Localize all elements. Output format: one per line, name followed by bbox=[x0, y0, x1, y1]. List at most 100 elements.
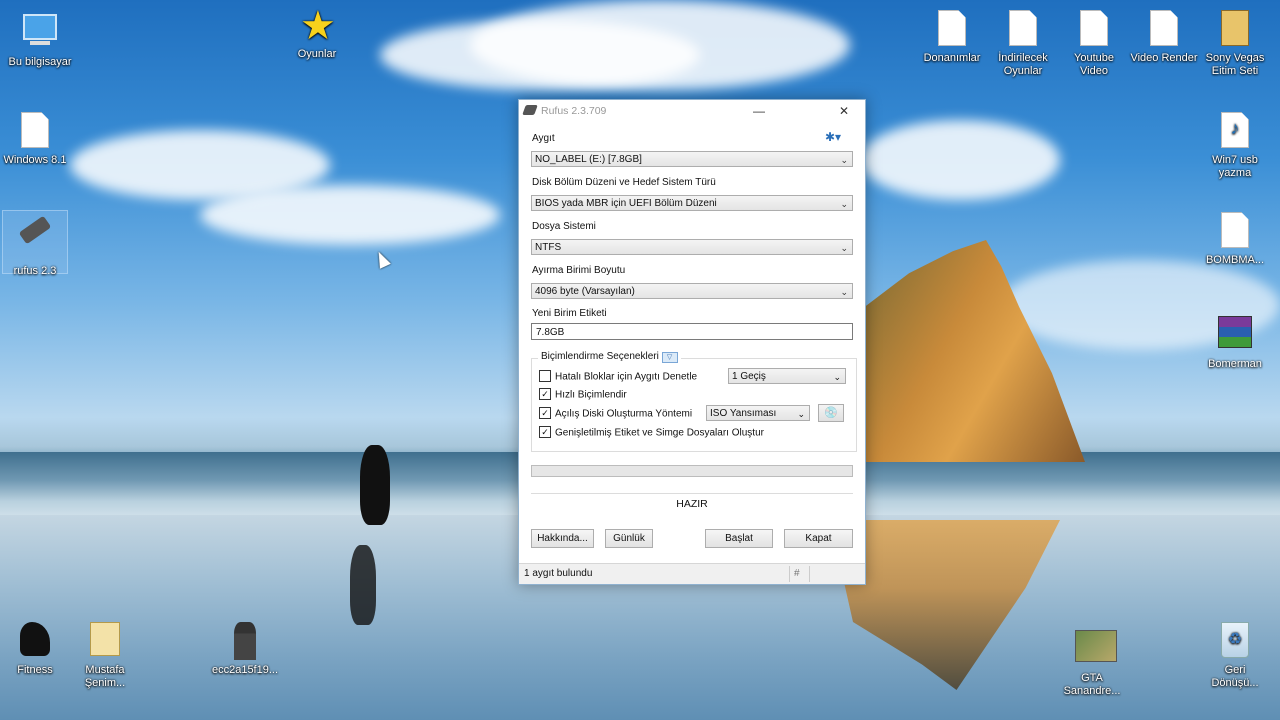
desktop-icon-youtube-video[interactable]: Youtube Video bbox=[1054, 10, 1134, 78]
chevron-down-icon: ⌄ bbox=[797, 409, 805, 419]
desktop-icon-label: Donanımlar bbox=[923, 52, 981, 64]
start-button[interactable]: Başlat bbox=[705, 529, 773, 548]
progress-bar bbox=[531, 465, 853, 477]
desktop-icon-fitness[interactable]: Fitness bbox=[0, 622, 75, 677]
format-options-group: Biçimlendirme Seçenekleri ▽ Hatalı Blokl… bbox=[531, 351, 857, 452]
desktop-icon-win7-usb[interactable]: ♪ Win7 usb yazma bbox=[1195, 112, 1275, 180]
disc-image-icon bbox=[18, 112, 52, 150]
folder-icon bbox=[1218, 10, 1252, 48]
status-bar-text: 1 aygıt bulundu bbox=[524, 568, 593, 579]
desktop-icon-label: BOMBMA... bbox=[1205, 254, 1265, 266]
desktop-icon-recycle-bin[interactable]: ♻ Geri Dönüşü... bbox=[1195, 622, 1275, 690]
partition-scheme-label: Disk Bölüm Düzeni ve Hedef Sistem Türü bbox=[532, 177, 716, 188]
desktop-icon-label: İndirilecek Oyunlar bbox=[998, 52, 1048, 77]
bad-blocks-label: Hatalı Bloklar için Aygıtı Denetle bbox=[555, 371, 698, 383]
filesystem-select[interactable]: NTFS ⌄ bbox=[531, 239, 853, 255]
quick-format-label: Hızlı Biçimlendir bbox=[555, 389, 627, 401]
desktop-icon-label: Oyunlar bbox=[297, 48, 337, 60]
log-button[interactable]: Günlük bbox=[605, 529, 653, 548]
chevron-down-icon: ⌄ bbox=[840, 287, 848, 297]
volume-label-label: Yeni Birim Etiketi bbox=[532, 308, 607, 319]
desktop-icon-label: GTA Sanandre... bbox=[1063, 672, 1121, 697]
desktop-icon-mustafa[interactable]: Mustafa Şenim... bbox=[65, 622, 145, 690]
game-icon bbox=[1075, 630, 1117, 668]
document-icon bbox=[1006, 10, 1040, 48]
desktop-icon-indirilecek-oyunlar[interactable]: İndirilecek Oyunlar bbox=[983, 10, 1063, 78]
disc-drive-icon: 💿 bbox=[824, 407, 838, 419]
desktop-icon-video-render[interactable]: Video Render bbox=[1124, 10, 1204, 65]
status-bar-divider bbox=[789, 566, 790, 582]
passes-select[interactable]: 1 Geçiş ⌄ bbox=[728, 368, 846, 384]
expand-toggle-icon[interactable]: ▽ bbox=[661, 352, 678, 363]
runner-silhouette bbox=[360, 445, 390, 525]
desktop-icon-this-pc[interactable]: Bu bilgisayar bbox=[0, 10, 80, 69]
mouse-cursor bbox=[373, 249, 391, 269]
desktop-icon-label: Geri Dönüşü... bbox=[1211, 664, 1259, 689]
chevron-down-icon: ⌄ bbox=[840, 155, 848, 165]
desktop-icon-bombma[interactable]: BOMBMA... bbox=[1195, 212, 1275, 267]
status-text: HAZIR bbox=[531, 493, 853, 514]
close-button[interactable]: Kapat bbox=[784, 529, 853, 548]
device-select-value: NO_LABEL (E:) [7.8GB] bbox=[535, 154, 642, 165]
folder-icon bbox=[88, 622, 122, 660]
muscle-icon bbox=[18, 622, 52, 660]
chevron-down-icon: ⌄ bbox=[840, 243, 848, 253]
partition-scheme-select[interactable]: BIOS yada MBR için UEFI Bölüm Düzeni ⌄ bbox=[531, 195, 853, 211]
boot-method-value: ISO Yansıması bbox=[710, 408, 777, 419]
device-select[interactable]: NO_LABEL (E:) [7.8GB] ⌄ bbox=[531, 151, 853, 167]
runner-reflection bbox=[350, 545, 376, 625]
desktop-icon-label: Video Render bbox=[1130, 52, 1198, 64]
volume-label-input[interactable]: 7.8GB bbox=[531, 323, 853, 340]
desktop-icon-label: Youtube Video bbox=[1074, 52, 1114, 77]
passes-value: 1 Geçiş bbox=[732, 371, 766, 382]
filesystem-label: Dosya Sistemi bbox=[532, 221, 596, 232]
language-globe-icon[interactable]: ✱▾ bbox=[825, 130, 841, 144]
recycle-bin-icon: ♻ bbox=[1218, 622, 1252, 660]
desktop-icon-ecc2a15f19[interactable]: ecc2a15f19... bbox=[205, 622, 285, 677]
usb-drive-icon bbox=[18, 215, 52, 261]
rufus-app-icon bbox=[522, 105, 538, 115]
document-icon bbox=[935, 10, 969, 48]
about-button[interactable]: Hakkında... bbox=[531, 529, 594, 548]
desktop-icon-windows-81[interactable]: Windows 8.1 bbox=[0, 112, 75, 167]
boot-method-select[interactable]: ISO Yansıması ⌄ bbox=[706, 405, 810, 421]
desktop-icon-label: Sony Vegas Eitim Seti bbox=[1205, 52, 1265, 77]
checkmark-icon: ✓ bbox=[539, 407, 551, 419]
quick-format-checkbox[interactable]: ✓ Hızlı Biçimlendir bbox=[539, 388, 627, 401]
desktop-icon-oyunlar[interactable]: ★ Oyunlar bbox=[277, 6, 357, 61]
status-bar-divider bbox=[809, 566, 810, 582]
partition-scheme-value: BIOS yada MBR için UEFI Bölüm Düzeni bbox=[535, 198, 717, 209]
title-bar[interactable]: Rufus 2.3.709 — ✕ bbox=[519, 100, 865, 122]
extended-label-checkbox[interactable]: ✓ Genişletilmiş Etiket ve Simge Dosyaları… bbox=[539, 426, 764, 439]
document-icon bbox=[1077, 10, 1111, 48]
desktop-icon-sony-vegas[interactable]: Sony Vegas Eitim Seti bbox=[1195, 10, 1275, 78]
rufus-window[interactable]: Rufus 2.3.709 — ✕ Aygıt ✱▾ NO_LABEL (E:)… bbox=[518, 99, 866, 585]
person-image-icon bbox=[228, 622, 262, 660]
desktop-icon-rufus[interactable]: rufus 2.3 bbox=[2, 210, 68, 277]
device-label: Aygıt bbox=[532, 133, 555, 144]
cluster-size-select[interactable]: 4096 byte (Varsayılan) ⌄ bbox=[531, 283, 853, 299]
desktop-icon-label: Mustafa Şenim... bbox=[84, 664, 126, 689]
minimize-button[interactable]: — bbox=[744, 102, 774, 120]
format-options-title: Biçimlendirme Seçenekleri ▽ bbox=[538, 351, 681, 363]
desktop-icon-gta[interactable]: GTA Sanandre... bbox=[1052, 630, 1132, 698]
bad-blocks-checkbox[interactable]: Hatalı Bloklar için Aygıtı Denetle bbox=[539, 370, 698, 383]
desktop-icon-label: Fitness bbox=[17, 664, 53, 676]
format-options-label: Biçimlendirme Seçenekleri bbox=[541, 351, 659, 362]
filesystem-value: NTFS bbox=[535, 242, 562, 253]
desktop-icon-bomerman[interactable]: Bomerman bbox=[1195, 314, 1275, 371]
hash-button[interactable]: # bbox=[794, 568, 800, 579]
window-title: Rufus 2.3.709 bbox=[541, 105, 607, 117]
bootable-label: Açılış Diski Oluşturma Yöntemi bbox=[555, 408, 693, 420]
desktop-icon-donanimlar[interactable]: Donanımlar bbox=[912, 10, 992, 65]
cluster-size-label: Ayırma Birimi Boyutu bbox=[532, 265, 626, 276]
chevron-down-icon: ⌄ bbox=[833, 372, 841, 382]
bootable-checkbox[interactable]: ✓ Açılış Diski Oluşturma Yöntemi bbox=[539, 407, 693, 420]
document-icon bbox=[1218, 212, 1252, 250]
desktop-icon-label: ecc2a15f19... bbox=[211, 664, 279, 676]
close-window-button[interactable]: ✕ bbox=[829, 102, 859, 120]
document-icon bbox=[1147, 10, 1181, 48]
select-iso-button[interactable]: 💿 bbox=[818, 404, 844, 422]
desktop-icon-label: Win7 usb yazma bbox=[1212, 154, 1258, 179]
desktop-icon-label: Bomerman bbox=[1208, 358, 1262, 370]
